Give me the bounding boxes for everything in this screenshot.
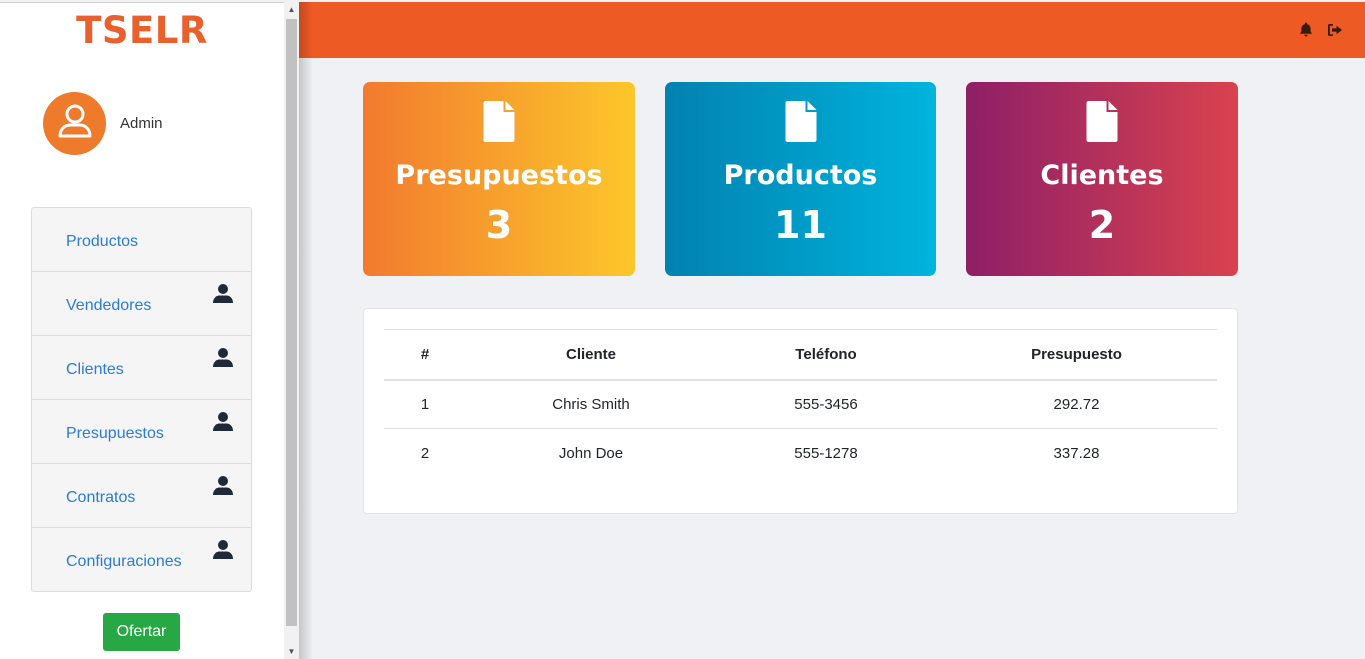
column-header-cliente: Cliente [565,345,616,363]
sidebar-item-label[interactable]: Clientes [66,361,124,379]
bell-icon[interactable] [1299,22,1313,37]
card-value: 3 [485,203,513,247]
column-header-presupuesto: Presupuesto [1031,345,1122,363]
user-profile: Admin [43,92,163,155]
card-title: Presupuestos [395,160,603,191]
sidebar-item-label[interactable]: Configuraciones [66,553,182,571]
sidebar-item-label[interactable]: Productos [66,233,138,251]
ofertar-button[interactable]: Ofertar [103,613,180,651]
file-icon [1086,101,1118,147]
card-value: 11 [774,203,827,247]
card-title: Productos [723,160,878,191]
cell-presupuesto: 337.28 [1053,444,1100,462]
table-row: 2 John Doe 555-1278 337.28 [384,428,1217,478]
sidebar-item-label[interactable]: Vendedores [66,297,151,315]
cell-cliente: Chris Smith [552,395,630,413]
sidebar-shadow [299,2,313,659]
user-avatar [43,92,106,155]
brand-logo[interactable]: TSELR [0,9,284,52]
cell-number: 1 [420,395,430,413]
sidebar-item-contratos[interactable]: Contratos [32,463,251,527]
sidebar-menu: Productos Vendedores Clientes Presupuest… [31,207,252,592]
sidebar-item-label[interactable]: Presupuestos [66,425,164,443]
table-header-row: # Cliente Teléfono Presupuesto [384,329,1217,380]
cell-telefono: 555-3456 [794,395,858,413]
card-clientes[interactable]: Clientes 2 [966,82,1238,276]
cell-presupuesto: 292.72 [1053,395,1100,413]
scrollbar-thumb[interactable] [286,19,297,626]
user-icon [55,101,95,146]
cell-number: 2 [420,444,430,462]
sidebar-item-configuraciones[interactable]: Configuraciones [32,527,251,591]
file-icon [785,101,816,147]
scroll-up-arrow-icon[interactable]: ▲ [284,2,299,17]
sidebar-item-presupuestos[interactable]: Presupuestos [32,399,251,463]
table-row: 1 Chris Smith 555-3456 292.72 [384,380,1217,429]
presupuestos-table: # Cliente Teléfono Presupuesto 1 Chris S… [384,329,1217,478]
sidebar-scrollbar[interactable]: ▲ ▼ [284,2,299,659]
user-icon [213,540,233,564]
sidebar-item-label[interactable]: Contratos [66,489,135,507]
presupuestos-table-panel: # Cliente Teléfono Presupuesto 1 Chris S… [363,308,1238,514]
user-name: Admin [120,115,163,132]
column-header-number: # [420,345,430,363]
user-icon [213,412,233,436]
sidebar-item-vendedores[interactable]: Vendedores [32,271,251,335]
scroll-down-arrow-icon[interactable]: ▼ [284,644,299,659]
user-icon [213,476,233,500]
user-icon [213,284,233,308]
user-icon [213,348,233,372]
sign-out-icon[interactable] [1327,23,1343,37]
file-icon [483,101,515,147]
sidebar-item-clientes[interactable]: Clientes [32,335,251,399]
card-title: Clientes [1040,160,1164,191]
cell-cliente: John Doe [558,444,624,462]
card-presupuestos[interactable]: Presupuestos 3 [363,82,635,276]
column-header-telefono: Teléfono [795,345,857,363]
sidebar-item-productos[interactable]: Productos [32,208,251,271]
cell-telefono: 555-1278 [794,444,858,462]
sidebar: TSELR Admin Productos Vendedores Cliente… [0,2,284,659]
card-value: 2 [1088,203,1116,247]
navbar-icons [1299,22,1343,37]
card-productos[interactable]: Productos 11 [665,82,936,276]
